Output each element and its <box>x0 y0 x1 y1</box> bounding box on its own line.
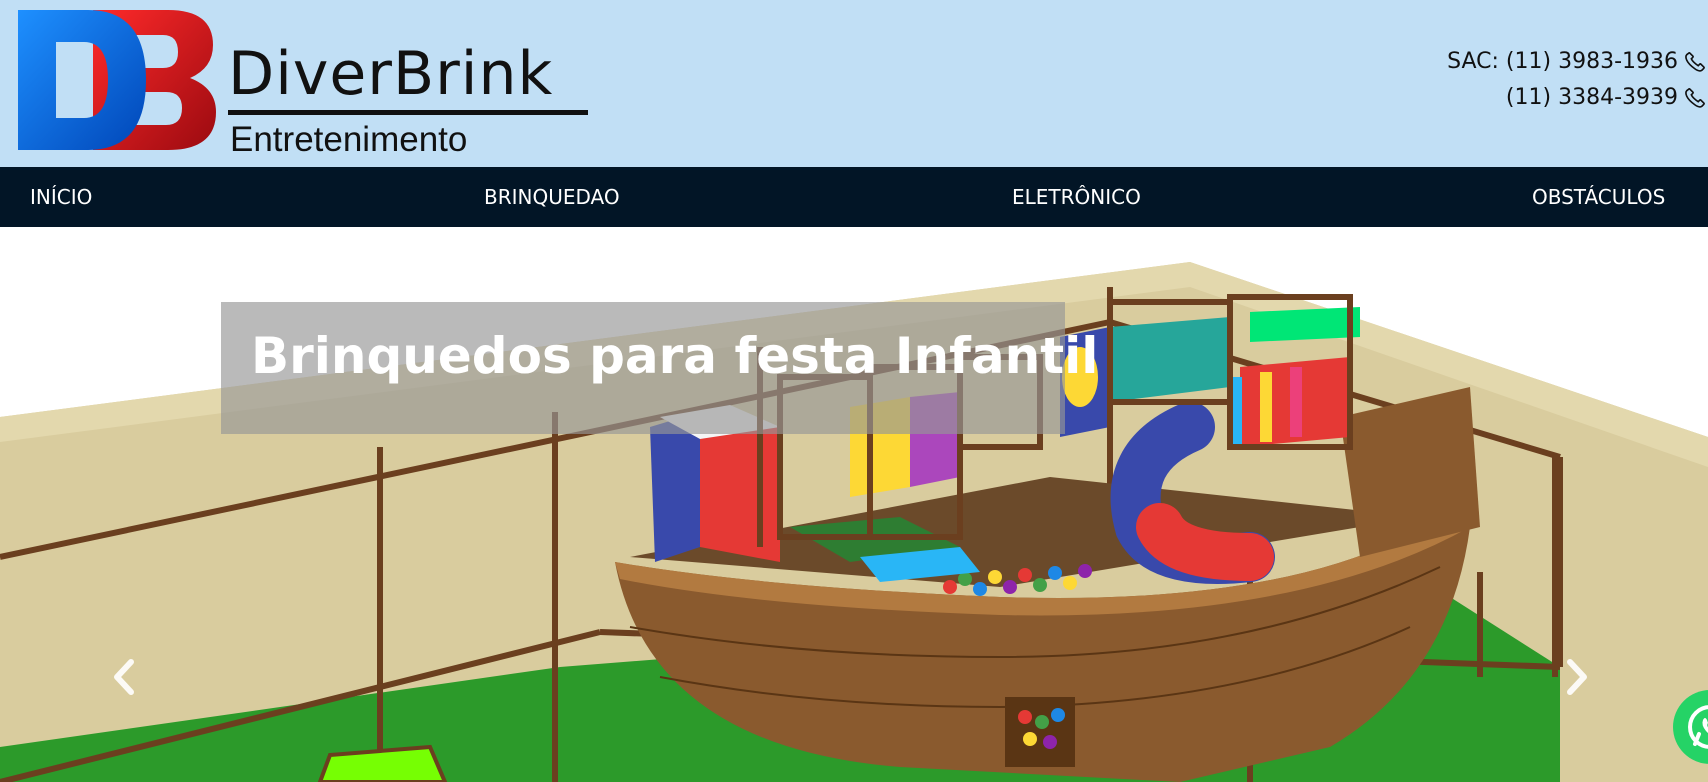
whatsapp-icon <box>1688 705 1708 749</box>
nav-item-eletronico[interactable]: ELETRÔNICO <box>1012 167 1141 227</box>
whatsapp-button[interactable] <box>1673 690 1708 764</box>
nav-item-brinquedao[interactable]: BRINQUEDAO <box>484 167 620 227</box>
hero-caption: Brinquedos para festa Infantil <box>251 327 1099 385</box>
contact-sac[interactable]: SAC: (11) 3983-1936 <box>1447 44 1706 80</box>
phone-icon <box>1685 52 1705 72</box>
contact-sac-label: SAC: (11) 3983-1936 <box>1447 49 1678 74</box>
chevron-left-icon[interactable] <box>105 652 145 702</box>
chevron-right-icon[interactable] <box>1556 652 1596 702</box>
brand-underline <box>228 110 588 115</box>
contact-info: SAC: (11) 3983-1936 (11) 3384-3939 <box>1447 44 1706 116</box>
contact-phone[interactable]: (11) 3384-3939 <box>1447 80 1706 116</box>
logo-mark-icon <box>18 10 216 150</box>
nav-item-obstaculos[interactable]: OBSTÁCULOS <box>1532 167 1665 227</box>
nav-item-inicio[interactable]: INÍCIO <box>30 167 92 227</box>
brand-name: DiverBrink <box>228 39 554 109</box>
contact-phone-label: (11) 3384-3939 <box>1505 85 1678 110</box>
hero-caption-box: Brinquedos para festa Infantil <box>221 302 1098 434</box>
site-header: DiverBrink Entretenimento SAC: (11) 3983… <box>0 0 1708 167</box>
logo[interactable]: DiverBrink Entretenimento <box>18 10 593 159</box>
main-nav: INÍCIO BRINQUEDAO ELETRÔNICO OBSTÁCULOS <box>0 167 1708 227</box>
phone-icon <box>1685 88 1705 108</box>
hero-carousel: Brinquedos para festa Infantil <box>0 227 1708 782</box>
brand-subtitle: Entretenimento <box>230 120 468 159</box>
